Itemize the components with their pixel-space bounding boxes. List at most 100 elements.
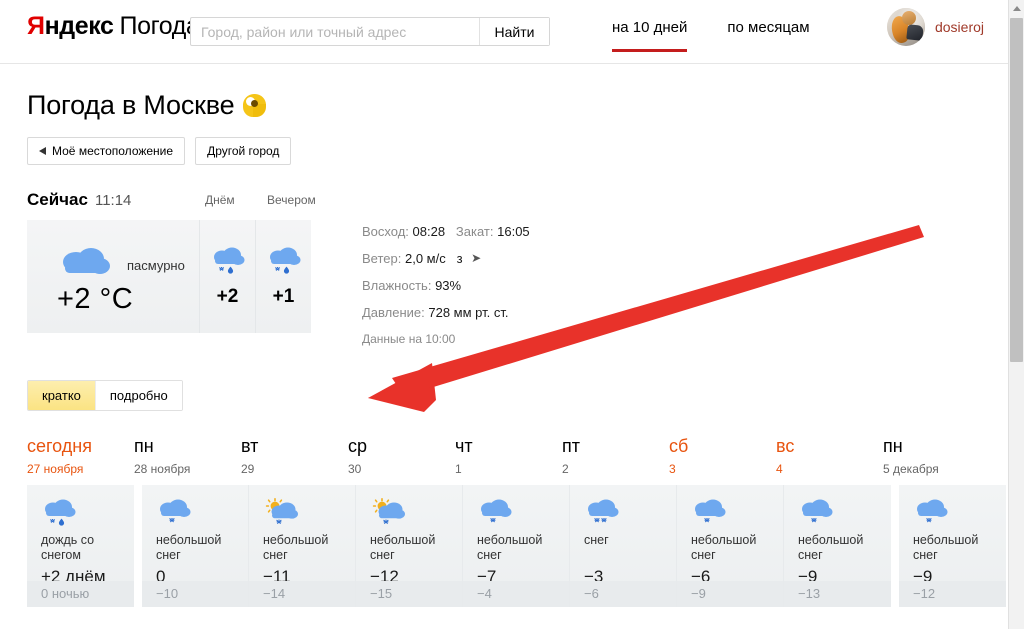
forecast-condition: небольшой снег [691,533,757,562]
fact-pressure: Давление: 728 мм рт. ст. [362,305,530,320]
forecast-night-temp: −10 [156,586,179,601]
scroll-up-button[interactable] [1009,0,1024,17]
my-location-label: Моё местоположение [52,144,174,158]
forecast-night-temp: 0 ночью [41,586,90,601]
cloud-overcast-icon [59,247,111,284]
nav-item-by-months[interactable]: по месяцам [727,19,809,52]
yandex-pogoda-logo[interactable]: Яндекс Погода [27,12,200,41]
search-input[interactable] [191,18,479,45]
day-header-wed-30[interactable]: ср 30 [348,436,455,476]
forecast-card-mon-5[interactable]: небольшой снег −9 −12 [899,485,1006,607]
forecast-condition: небольшой снег [477,533,543,562]
wind-value: 2,0 м/с [404,251,446,266]
forecast-condition: небольшой снег [798,533,864,562]
forecast-card-thu-1[interactable]: небольшой снег −7 −4 [463,485,570,607]
day-header-dow: чт [455,436,473,456]
yandex-weather-badge-icon [243,94,267,117]
sunset-label: Закат: [455,224,494,239]
day-header-mon-28[interactable]: пн 28 ноября [134,436,241,476]
forecast-night-temp: −6 [584,586,599,601]
location-buttons: Моё местоположение Другой город [27,137,981,165]
part-card-evening: +1 [255,220,311,333]
fact-updated: Данные на 10:00 [362,332,456,346]
day-header-fri-2[interactable]: пт 2 [562,436,669,476]
tab-brief[interactable]: кратко [28,381,96,410]
avatar[interactable] [886,8,925,46]
forecast-card-sat-3[interactable]: небольшой снег −6 −9 [677,485,784,607]
cloud-rain-snow-icon [41,498,77,533]
humidity-label: Влажность: [362,278,432,293]
wind-direction: з [456,251,463,266]
now-header-row: Сейчас 11:14 Днём Вечером [27,190,981,210]
forecast-card-mon-28[interactable]: небольшой снег 0 −10 [142,485,249,607]
forecast-night-temp: −13 [798,586,821,601]
part-label-day: Днём [205,193,235,207]
fact-wind: Ветер: 2,0 м/с з ➤ [362,251,530,266]
day-header-dow: сб [669,436,689,456]
user-area[interactable]: dosieroj [886,8,984,46]
cloud-light-snow-icon [913,498,949,533]
cloud-light-snow-icon [691,498,727,533]
main-content: Погода в Москве Моё местоположение Друго… [0,90,1008,607]
logo-ndeks: ндекс [44,12,114,40]
forecast-card-sun-4[interactable]: небольшой снег −9 −13 [784,485,891,607]
now-card: пасмурно +2 °C [27,220,199,333]
day-header-date: 1 [455,462,462,476]
vertical-scrollbar[interactable] [1008,0,1024,629]
scrollbar-thumb[interactable] [1010,18,1023,362]
day-header-date: 5 декабря [883,462,939,476]
day-header-dow: пн [134,436,154,456]
now-row: пасмурно +2 °C +2 +1 Восход: 08:28 Закат… [27,220,981,346]
forecast-condition: небольшой снег [370,533,436,562]
forecast-night-temp: −12 [913,586,936,601]
day-header-date: 29 [241,462,255,476]
day-header-tue-29[interactable]: вт 29 [241,436,348,476]
cloud-snow-icon [584,498,620,533]
my-location-button[interactable]: Моё местоположение [27,137,186,165]
site-header: ЯндексПогода Найти на 10 дней по месяцам… [0,0,1008,64]
humidity-value: 93% [435,278,462,293]
forecast-night-temp: −14 [263,586,286,601]
page-root: ЯндексПогода Найти на 10 дней по месяцам… [0,0,1008,629]
cloud-rain-snow-icon [211,246,245,281]
forecast-condition: снег [584,533,609,547]
forecast-card-fri-2[interactable]: снег −3 −6 [570,485,677,607]
now-time: 11:14 [94,192,132,209]
view-mode-tabs: кратко подробно [27,380,183,411]
part-temp-evening: +1 [272,286,295,307]
day-header-sat-3[interactable]: сб 3 [669,436,776,476]
other-city-label: Другой город [207,144,280,158]
day-header-today[interactable]: сегодня 27 ноября [27,436,134,476]
arrow-left-icon [39,147,46,155]
forecast-card-today[interactable]: дождь со снегом +2 днём 0 ночью [27,485,134,607]
day-header-date: 3 [669,462,676,476]
forecast-condition: небольшой снег [156,533,222,562]
day-header-date: 27 ноября [27,462,84,476]
forecast-condition: небольшой снег [913,533,979,562]
part-card-day: +2 [199,220,255,333]
weather-facts: Восход: 08:28 Закат: 16:05 Ветер: 2,0 м/… [362,220,530,346]
forecast-cards: дождь со снегом +2 днём 0 ночью небольшо… [27,485,1006,607]
day-header-sun-4[interactable]: вс 4 [776,436,883,476]
forecast-card-wed-30[interactable]: небольшой снег −12 −15 [356,485,463,607]
chevron-up-icon [1012,6,1021,11]
other-city-button[interactable]: Другой город [195,137,292,165]
nav-item-10-days[interactable]: на 10 дней [612,19,688,52]
forecast-card-tue-29[interactable]: небольшой снег −11 −14 [249,485,356,607]
day-header-date: 30 [348,462,362,476]
forecast-night-temp: −9 [691,586,706,601]
day-header-mon-5[interactable]: пн 5 декабря [883,436,990,476]
tab-detailed[interactable]: подробно [95,381,182,410]
pressure-label: Давление: [362,305,425,320]
current-weather-section: Сейчас 11:14 Днём Вечером пасмурно +2 °C… [27,190,981,346]
forecast-condition: дождь со снегом [41,533,95,562]
forecast-night-temp: −15 [370,586,393,601]
search-box: Найти [190,17,550,46]
day-header-dow: пт [562,436,580,456]
day-header-dow: ср [348,436,368,456]
day-header-thu-1[interactable]: чт 1 [455,436,562,476]
search-button[interactable]: Найти [479,18,549,45]
forecast-day-headers: сегодня 27 ноября пн 28 ноября вт 29 ср … [27,436,981,476]
username-label[interactable]: dosieroj [935,19,984,35]
cloud-rain-snow-icon [267,246,301,281]
